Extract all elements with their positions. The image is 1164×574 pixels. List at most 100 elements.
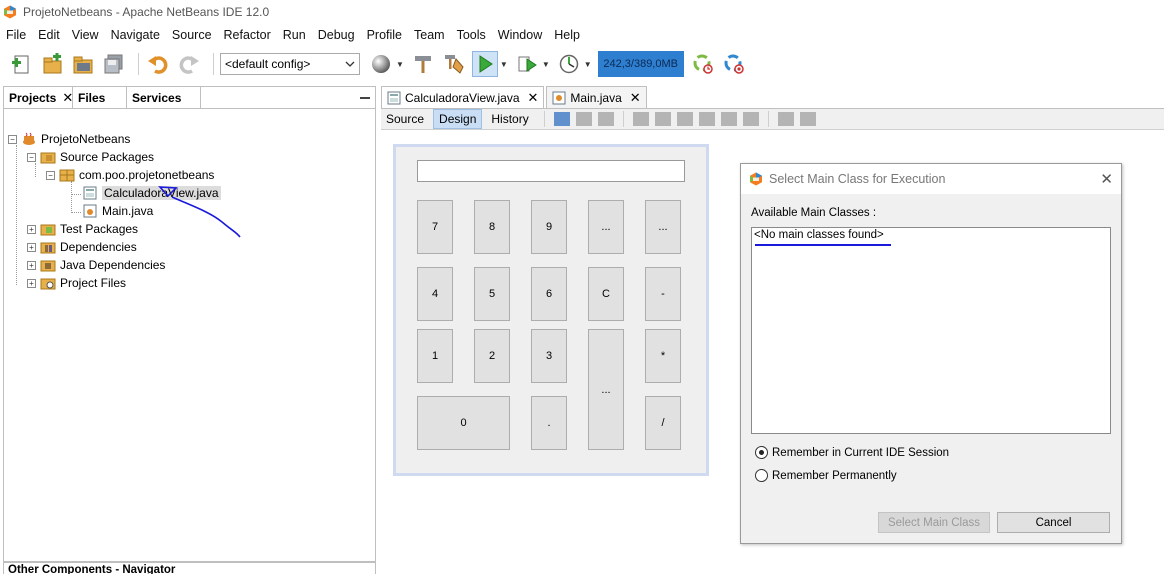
tab-main[interactable]: Main.java ✕ xyxy=(546,86,647,108)
close-icon[interactable]: ✕ xyxy=(630,90,641,106)
resize-horizontal-icon[interactable] xyxy=(777,112,794,126)
tab-calculadoraview[interactable]: CalculadoraView.java ✕ xyxy=(381,86,545,108)
debug-button[interactable] xyxy=(514,51,540,77)
menu-team[interactable]: Team xyxy=(414,28,445,42)
minimize-icon[interactable] xyxy=(355,87,375,108)
calc-button-6[interactable]: 6 xyxy=(531,267,567,321)
align-bottom-icon[interactable] xyxy=(720,112,737,126)
run-dropdown-caret[interactable]: ▼ xyxy=(500,60,508,69)
resize-vertical-icon[interactable] xyxy=(799,112,816,126)
menu-source[interactable]: Source xyxy=(172,28,212,42)
expand-icon[interactable]: + xyxy=(27,260,36,270)
clean-build-button[interactable] xyxy=(441,51,467,77)
navigator-title[interactable]: Other Components - Navigator xyxy=(4,563,375,574)
main-classes-list[interactable]: <No main classes found> xyxy=(751,227,1111,434)
profile-button[interactable] xyxy=(556,51,582,77)
tab-services[interactable]: Services xyxy=(127,87,201,108)
view-source[interactable]: Source xyxy=(381,109,429,129)
expand-icon[interactable]: + xyxy=(27,242,36,252)
gc-button-2[interactable] xyxy=(721,51,747,77)
remember-session-option[interactable]: Remember in Current IDE Session xyxy=(755,446,949,459)
connection-mode-icon[interactable] xyxy=(575,112,592,126)
view-history[interactable]: History xyxy=(486,109,533,129)
align-right-icon[interactable] xyxy=(654,112,671,126)
calc-button-equals[interactable]: ... xyxy=(588,329,624,450)
menu-window[interactable]: Window xyxy=(498,28,542,42)
tree-item-main[interactable]: Main.java xyxy=(82,202,153,220)
calc-button-3[interactable]: 3 xyxy=(531,329,567,383)
calc-button-clear[interactable]: C xyxy=(588,267,624,321)
open-project-button[interactable] xyxy=(70,51,96,77)
menu-navigate[interactable]: Navigate xyxy=(111,28,160,42)
config-select[interactable]: <default config> xyxy=(220,53,360,75)
calc-button-1[interactable]: 1 xyxy=(417,329,453,383)
tab-files[interactable]: Files xyxy=(73,87,127,108)
remember-permanently-option[interactable]: Remember Permanently xyxy=(755,469,897,482)
menu-file[interactable]: File xyxy=(6,28,26,42)
expand-icon[interactable]: + xyxy=(27,278,36,288)
target-dropdown-caret[interactable]: ▼ xyxy=(396,60,404,69)
profile-dropdown-caret[interactable]: ▼ xyxy=(584,60,592,69)
tree-item-calculadoraview[interactable]: CalculadoraView.java xyxy=(82,184,221,202)
calc-button-decimal[interactable]: . xyxy=(531,396,567,450)
new-file-button[interactable] xyxy=(8,51,34,77)
memory-indicator[interactable]: 242,3/389,0MB xyxy=(597,51,684,77)
calc-button-ellipsis-1[interactable]: ... xyxy=(588,200,624,254)
calc-button-7[interactable]: 7 xyxy=(417,200,453,254)
build-button[interactable] xyxy=(410,51,436,77)
undo-button[interactable] xyxy=(145,51,171,77)
tree-item-java-dependencies[interactable]: + Java Dependencies xyxy=(27,256,165,274)
align-top-icon[interactable] xyxy=(698,112,715,126)
tree-item-project[interactable]: − ProjetoNetbeans xyxy=(8,130,130,148)
calc-button-divide[interactable]: / xyxy=(645,396,681,450)
run-button[interactable] xyxy=(471,51,498,77)
close-icon[interactable]: ✕ xyxy=(528,90,539,106)
collapse-icon[interactable]: − xyxy=(8,134,17,144)
center-vertically-icon[interactable] xyxy=(742,112,759,126)
save-all-button[interactable] xyxy=(101,51,127,77)
tree-item-project-files[interactable]: + Project Files xyxy=(27,274,126,292)
redo-button[interactable] xyxy=(176,51,202,77)
tree-item-dependencies[interactable]: + Dependencies xyxy=(27,238,137,256)
menu-profile[interactable]: Profile xyxy=(367,28,402,42)
close-icon[interactable]: ✕ xyxy=(1100,170,1113,188)
preview-design-icon[interactable] xyxy=(597,112,614,126)
menu-edit[interactable]: Edit xyxy=(38,28,60,42)
select-main-class-button[interactable]: Select Main Class xyxy=(878,512,990,533)
collapse-icon[interactable]: − xyxy=(46,170,55,180)
menu-tools[interactable]: Tools xyxy=(457,28,486,42)
target-button[interactable] xyxy=(368,51,394,77)
calc-button-4[interactable]: 4 xyxy=(417,267,453,321)
gc-button-1[interactable] xyxy=(690,51,716,77)
menu-view[interactable]: View xyxy=(72,28,99,42)
menu-refactor[interactable]: Refactor xyxy=(224,28,271,42)
calc-button-5[interactable]: 5 xyxy=(474,267,510,321)
calc-button-ellipsis-2[interactable]: ... xyxy=(645,200,681,254)
center-horizontally-icon[interactable] xyxy=(676,112,693,126)
radio-checked[interactable] xyxy=(755,446,768,459)
debug-dropdown-caret[interactable]: ▼ xyxy=(542,60,550,69)
calc-button-8[interactable]: 8 xyxy=(474,200,510,254)
calc-button-0[interactable]: 0 xyxy=(417,396,510,450)
menu-debug[interactable]: Debug xyxy=(318,28,355,42)
radio-unchecked[interactable] xyxy=(755,469,768,482)
cancel-button[interactable]: Cancel xyxy=(997,512,1110,533)
tree-item-source-packages[interactable]: − Source Packages xyxy=(27,148,154,166)
menu-run[interactable]: Run xyxy=(283,28,306,42)
selection-mode-icon[interactable] xyxy=(553,112,570,126)
tab-projects[interactable]: Projects ✕ xyxy=(4,87,73,108)
new-project-button[interactable] xyxy=(39,51,65,77)
collapse-icon[interactable]: − xyxy=(27,152,36,162)
expand-icon[interactable]: + xyxy=(27,224,36,234)
tree-item-package[interactable]: − com.poo.projetonetbeans xyxy=(46,166,214,184)
calculator-form[interactable]: 7 8 9 ... ... 4 5 6 C - 1 2 3 ... * 0 . … xyxy=(393,144,709,476)
menu-help[interactable]: Help xyxy=(554,28,580,42)
calc-button-minus[interactable]: - xyxy=(645,267,681,321)
close-icon[interactable]: ✕ xyxy=(62,90,73,106)
calc-button-multiply[interactable]: * xyxy=(645,329,681,383)
calc-button-2[interactable]: 2 xyxy=(474,329,510,383)
calc-button-9[interactable]: 9 xyxy=(531,200,567,254)
align-left-icon[interactable] xyxy=(632,112,649,126)
tree-item-test-packages[interactable]: + Test Packages xyxy=(27,220,138,238)
calculator-display[interactable] xyxy=(417,160,685,182)
